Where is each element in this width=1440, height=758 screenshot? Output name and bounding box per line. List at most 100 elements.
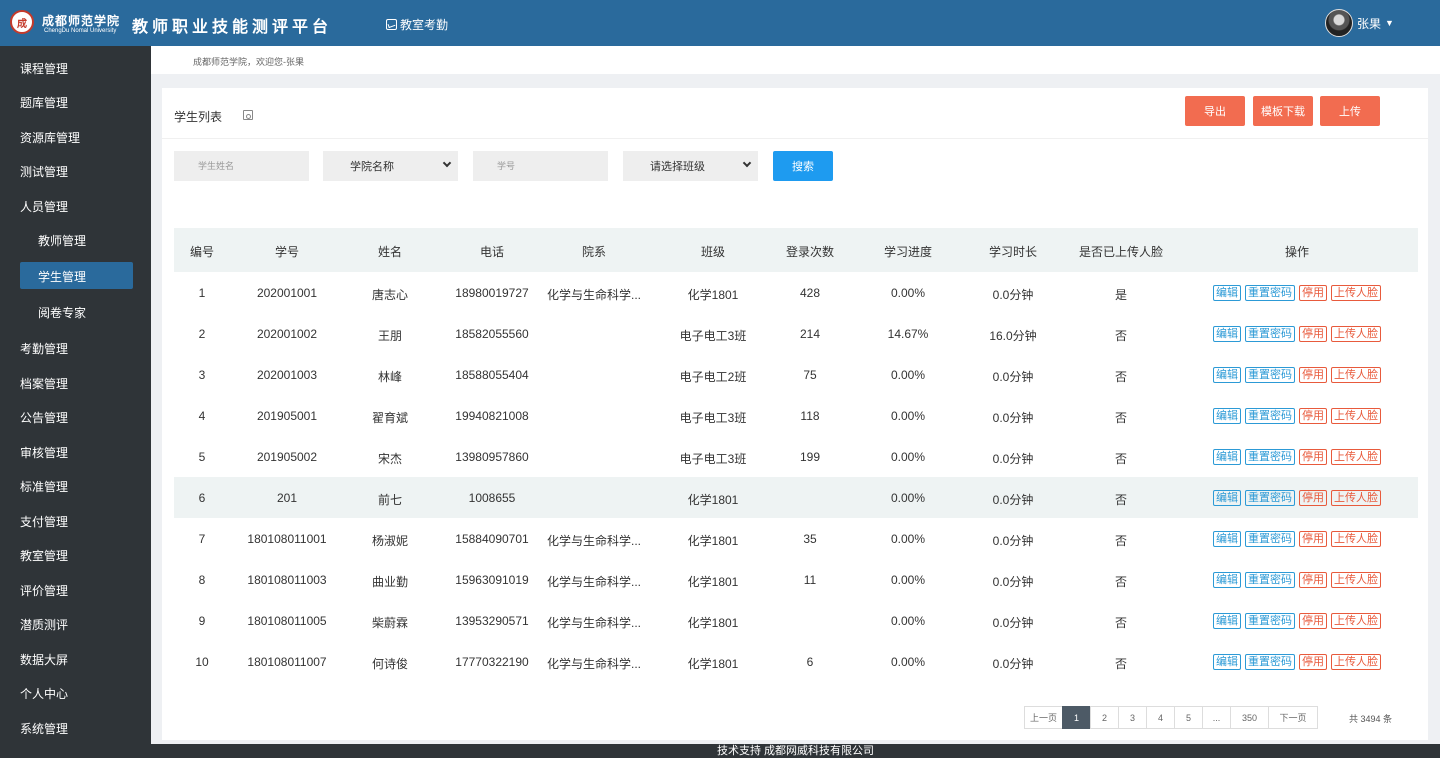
page-button[interactable]: 5 (1174, 706, 1204, 729)
student-name-input[interactable] (174, 151, 309, 181)
disable-button[interactable]: 停用 (1299, 326, 1327, 342)
sidebar-item-question-bank[interactable]: 题库管理 (20, 94, 68, 111)
sidebar-item-standards[interactable]: 标准管理 (20, 478, 68, 495)
university-name-en: ChengDu Nomal University (44, 28, 117, 34)
upload-face-button[interactable]: 上传人脸 (1331, 572, 1381, 588)
sidebar-item-dashboard[interactable]: 数据大屏 (20, 651, 68, 668)
export-button[interactable]: 导出 (1185, 96, 1245, 126)
prev-page-button[interactable]: 上一页 (1024, 706, 1064, 729)
sidebar-item-graders[interactable]: 阅卷专家 (38, 304, 86, 321)
disable-button[interactable]: 停用 (1299, 408, 1327, 424)
reset-password-button[interactable]: 重置密码 (1245, 285, 1295, 301)
upload-face-button[interactable]: 上传人脸 (1331, 449, 1381, 465)
disable-button[interactable]: 停用 (1299, 367, 1327, 383)
class-select[interactable]: 请选择班级 (623, 151, 758, 181)
upload-face-button[interactable]: 上传人脸 (1331, 326, 1381, 342)
sidebar-item-system[interactable]: 系统管理 (20, 720, 68, 737)
table-row: 9 180108011005 柴蔚霖 13953290571 化学与生命科学... 化学1… (174, 600, 1418, 641)
column-header: 操作 (1284, 245, 1310, 259)
upload-face-button[interactable]: 上传人脸 (1331, 654, 1381, 670)
edit-button[interactable]: 编辑 (1213, 285, 1241, 301)
sidebar-item-profile[interactable]: 个人中心 (20, 685, 68, 702)
sidebar-item-review[interactable]: 审核管理 (20, 444, 68, 461)
edit-button[interactable]: 编辑 (1213, 654, 1241, 670)
reset-password-button[interactable]: 重置密码 (1245, 531, 1295, 547)
table-row: 10 180108011007 何诗俊 17770322190 化学与生命科学... 化学… (174, 641, 1418, 682)
camera-icon[interactable] (243, 110, 253, 120)
reset-password-button[interactable]: 重置密码 (1245, 449, 1295, 465)
sidebar-item-classrooms[interactable]: 教室管理 (20, 547, 68, 564)
cell-name: 唐志心 (371, 288, 409, 302)
cell-name: 杨淑妮 (371, 534, 409, 548)
sidebar-item-tests[interactable]: 测试管理 (20, 163, 68, 180)
page-button[interactable]: 4 (1146, 706, 1176, 729)
nav-classroom-attendance[interactable]: 教室考勤 (386, 16, 448, 33)
upload-button[interactable]: 上传 (1320, 96, 1380, 126)
reset-password-button[interactable]: 重置密码 (1245, 408, 1295, 424)
edit-button[interactable]: 编辑 (1213, 613, 1241, 629)
cell-index: 7 (198, 532, 206, 546)
page-button[interactable]: 2 (1090, 706, 1120, 729)
sidebar-item-course[interactable]: 课程管理 (20, 60, 68, 77)
row-actions: 编辑 重置密码 停用 上传人脸 (1213, 654, 1381, 670)
reset-password-button[interactable]: 重置密码 (1245, 367, 1295, 383)
table-row: 5 201905002 宋杰 13980957860 电子电工3班 199 0.00% 0.0… (174, 436, 1418, 477)
page-button[interactable]: 3 (1118, 706, 1148, 729)
disable-button[interactable]: 停用 (1299, 613, 1327, 629)
sidebar-item-archives[interactable]: 档案管理 (20, 375, 68, 392)
upload-face-button[interactable]: 上传人脸 (1331, 490, 1381, 506)
sidebar-item-students[interactable]: 学生管理 (38, 268, 86, 285)
row-actions: 编辑 重置密码 停用 上传人脸 (1213, 490, 1381, 506)
sidebar-item-announcements[interactable]: 公告管理 (20, 409, 68, 426)
edit-button[interactable]: 编辑 (1213, 326, 1241, 342)
reset-password-button[interactable]: 重置密码 (1245, 613, 1295, 629)
sidebar-item-resources[interactable]: 资源库管理 (20, 129, 80, 146)
table-row: 8 180108011003 曲业勤 15963091019 化学与生命科学... 化学1… (174, 559, 1418, 600)
cell-student-id: 202001002 (256, 327, 318, 341)
cell-face-uploaded: 否 (1114, 616, 1128, 630)
next-page-button[interactable]: 下一页 (1268, 706, 1319, 729)
disable-button[interactable]: 停用 (1299, 449, 1327, 465)
edit-button[interactable]: 编辑 (1213, 367, 1241, 383)
upload-face-button[interactable]: 上传人脸 (1331, 367, 1381, 383)
sidebar-item-teachers[interactable]: 教师管理 (38, 232, 86, 249)
disable-button[interactable]: 停用 (1299, 654, 1327, 670)
template-download-button[interactable]: 模板下载 (1253, 96, 1313, 126)
cell-class: 化学1801 (687, 534, 739, 548)
edit-button[interactable]: 编辑 (1213, 531, 1241, 547)
disable-button[interactable]: 停用 (1299, 490, 1327, 506)
sidebar-item-attendance[interactable]: 考勤管理 (20, 340, 68, 357)
breadcrumb: 成都师范学院，欢迎您-张果 (151, 46, 1440, 74)
edit-button[interactable]: 编辑 (1213, 572, 1241, 588)
upload-face-button[interactable]: 上传人脸 (1331, 613, 1381, 629)
reset-password-button[interactable]: 重置密码 (1245, 490, 1295, 506)
reset-password-button[interactable]: 重置密码 (1245, 654, 1295, 670)
upload-face-button[interactable]: 上传人脸 (1331, 531, 1381, 547)
cell-phone: 13953290571 (455, 614, 529, 628)
pagination: 上一页 1 2 3 4 5 ... 350 下一页 (1024, 706, 1319, 729)
edit-button[interactable]: 编辑 (1213, 408, 1241, 424)
sidebar-item-personnel[interactable]: 人员管理 (20, 198, 68, 215)
disable-button[interactable]: 停用 (1299, 572, 1327, 588)
disable-button[interactable]: 停用 (1299, 285, 1327, 301)
edit-button[interactable]: 编辑 (1213, 490, 1241, 506)
cell-department: 化学与生命科学... (546, 616, 642, 630)
college-select[interactable]: 学院名称 (323, 151, 458, 181)
page-button[interactable]: 1 (1062, 706, 1092, 729)
page-button[interactable]: 350 (1230, 706, 1270, 729)
upload-face-button[interactable]: 上传人脸 (1331, 285, 1381, 301)
sidebar-item-evaluation[interactable]: 评价管理 (20, 582, 68, 599)
student-id-input[interactable] (473, 151, 608, 181)
reset-password-button[interactable]: 重置密码 (1245, 326, 1295, 342)
upload-face-button[interactable]: 上传人脸 (1331, 408, 1381, 424)
sidebar-item-potential[interactable]: 潜质测评 (20, 616, 68, 633)
sidebar-item-payments[interactable]: 支付管理 (20, 513, 68, 530)
cell-progress: 0.00% (890, 491, 926, 505)
edit-button[interactable]: 编辑 (1213, 449, 1241, 465)
column-header: 院系 (581, 245, 607, 259)
row-actions: 编辑 重置密码 停用 上传人脸 (1213, 326, 1381, 342)
reset-password-button[interactable]: 重置密码 (1245, 572, 1295, 588)
user-menu[interactable]: 张果 ▼ (1325, 9, 1394, 37)
search-button[interactable]: 搜索 (773, 151, 833, 181)
disable-button[interactable]: 停用 (1299, 531, 1327, 547)
